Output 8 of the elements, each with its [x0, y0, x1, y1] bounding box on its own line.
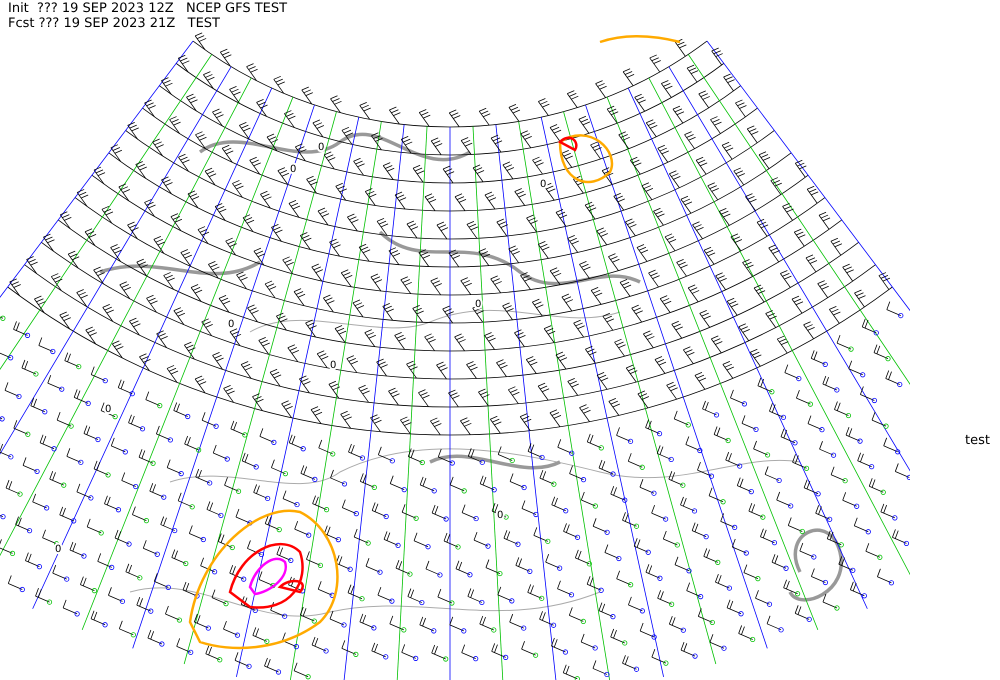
plot-title: Init ??? 19 SEP 2023 12Z NCEP GFS TEST — [8, 1, 288, 16]
side-label: test — [965, 433, 990, 449]
contour-label: 0 — [318, 142, 324, 153]
plot-title: Fcst ??? 19 SEP 2023 21Z TEST — [8, 16, 221, 31]
contour-label: 0 — [228, 319, 234, 330]
contour-label: 0 — [105, 404, 112, 415]
contour-label: 0 — [330, 360, 336, 371]
contour-label: 0 — [540, 179, 546, 190]
